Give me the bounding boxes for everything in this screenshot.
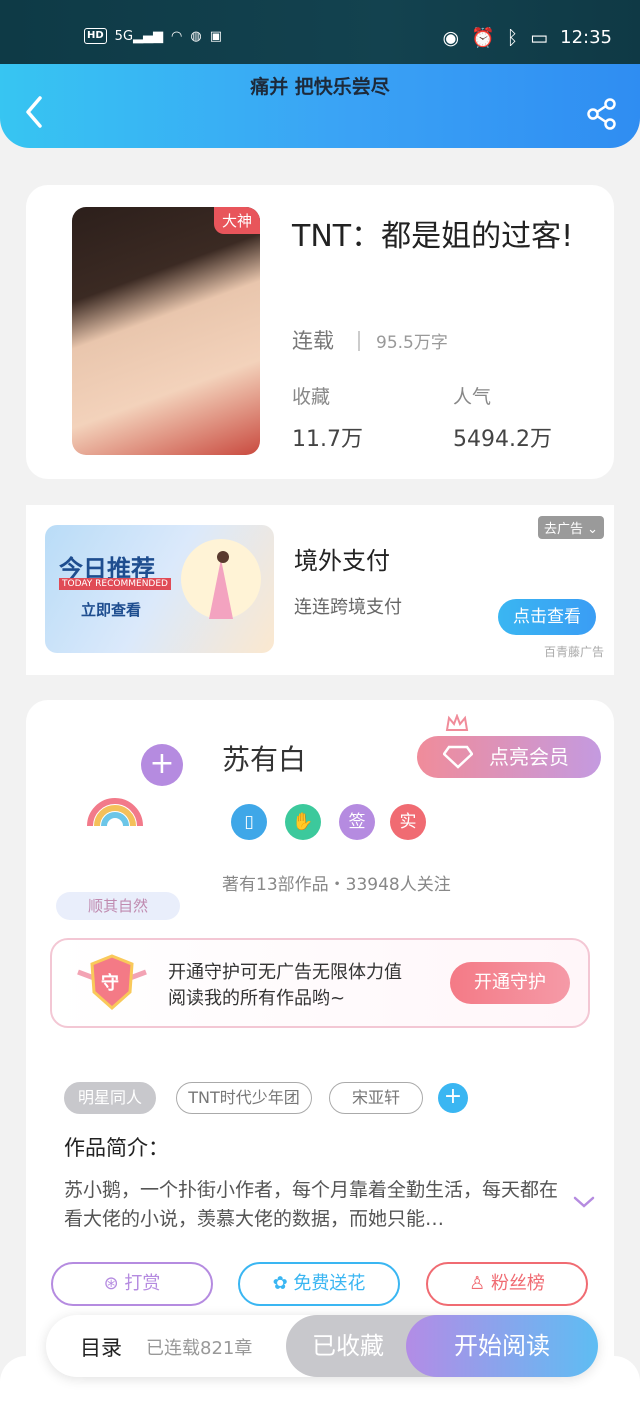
intro-text: 苏小鹅，一个扑街小作者，每个月靠着全勤生活，每天都在看大佬的小说，羡慕大佬的数据…: [64, 1179, 559, 1230]
intro-heading: 作品简介：: [64, 1136, 169, 1160]
sign-badge-icon[interactable]: 签: [339, 804, 375, 840]
ad-illustration: [181, 539, 261, 619]
fans-rank-button[interactable]: ♙ 粉丝榜: [426, 1262, 588, 1306]
ad-image-subtitle: TODAY RECOMMENDED: [59, 578, 171, 590]
divider: [358, 331, 360, 351]
handshake-medal-icon[interactable]: ✋: [285, 804, 321, 840]
catalog-button[interactable]: 目录: [80, 1332, 122, 1362]
globe-icon: ◍: [190, 28, 202, 44]
wifi-icon: ◠: [171, 28, 183, 44]
book-info-card: 大神 TNT：都是姐的过客! 连载 95.5万字 收藏 11.7万 人气 549…: [26, 185, 614, 479]
crown-icon: [445, 714, 469, 731]
send-flower-button[interactable]: ✿ 免费送花: [238, 1262, 400, 1306]
header-bar: 痛并 把快乐尝尽: [0, 64, 640, 148]
ad-card[interactable]: 今日推荐 TODAY RECOMMENDED 立即查看 境外支付 连连跨境支付 …: [26, 505, 614, 675]
app-notification-icon: ▣: [209, 28, 223, 44]
expand-chevron-icon[interactable]: [572, 1190, 596, 1214]
eye-icon: ◉: [442, 26, 460, 49]
coin-icon: ⊛: [103, 1273, 119, 1294]
battery-icon: ▭: [530, 26, 549, 49]
flower-icon: ✿: [272, 1273, 288, 1294]
author-motto: 顺其自然: [56, 892, 180, 920]
clock-time: 12:35: [560, 27, 612, 48]
bluetooth-icon: ᛒ: [506, 26, 519, 49]
start-reading-button[interactable]: 开始阅读: [406, 1315, 598, 1377]
tag-star-fanfic[interactable]: 明星同人: [64, 1082, 156, 1114]
open-guard-button[interactable]: 开通守护: [450, 962, 570, 1004]
hd-icon: HD: [84, 28, 107, 44]
chapter-count: 已连载821章: [146, 1338, 253, 1359]
tag-song-yaxuan[interactable]: 宋亚轩: [329, 1082, 423, 1114]
cover-tag: 大神: [213, 207, 260, 234]
author-name: 苏有白: [222, 743, 307, 776]
real-name-badge-icon[interactable]: 实: [390, 804, 426, 840]
word-count: 95.5万字: [376, 333, 448, 353]
guard-text: 开通守护可无广告无限体力值 阅读我的所有作品哟~: [168, 960, 402, 1012]
share-icon[interactable]: [586, 98, 618, 130]
status-bar: HD 5G▂▄▆ ◠ ◍ ▣ ◉ ⏰ ᛒ ▭ 12:35: [0, 0, 640, 64]
vip-button[interactable]: 点亮会员: [417, 714, 601, 778]
guard-promo[interactable]: 守 开通守护可无广告无限体力值 阅读我的所有作品哟~ 开通守护: [50, 938, 590, 1028]
fans-icon: ♙: [469, 1273, 486, 1294]
guard-text-line2: 阅读我的所有作品哟~: [168, 988, 346, 1009]
remove-ad-button[interactable]: 去广告 ⌄: [537, 516, 604, 539]
ad-image[interactable]: 今日推荐 TODAY RECOMMENDED 立即查看: [45, 525, 274, 653]
popularity-value: 5494.2万: [453, 427, 552, 452]
book-title: TNT：都是姐的过客!: [292, 219, 574, 254]
author-card: + 苏有白 点亮会员 ▯ ✋ 签 实 著有13部作品・33948人关注 顺其自然…: [26, 700, 614, 1400]
ad-view-button[interactable]: 点击查看: [498, 599, 596, 635]
page-title: 痛并 把快乐尝尽: [250, 76, 390, 98]
add-tag-button[interactable]: +: [438, 1083, 468, 1113]
ad-title: 境外支付: [294, 547, 390, 575]
guard-text-line1: 开通守护可无广告无限体力值: [168, 962, 402, 983]
ad-image-cta: 立即查看: [81, 601, 142, 619]
tip-button[interactable]: ⊛ 打赏: [51, 1262, 213, 1306]
guard-icon-text: 守: [101, 973, 119, 994]
ad-subtitle: 连连跨境支付: [294, 597, 402, 618]
book-status: 连载: [292, 329, 334, 353]
favorites-label: 收藏: [292, 386, 331, 408]
book-cover[interactable]: 大神: [72, 207, 260, 455]
bottom-action-bar: 目录 已连载821章 已收藏 开始阅读: [46, 1315, 598, 1377]
tag-tnt[interactable]: TNT时代少年团: [176, 1082, 312, 1114]
phone-medal-icon[interactable]: ▯: [231, 804, 267, 840]
follow-author-button[interactable]: +: [141, 744, 183, 786]
signal-5g-icon: 5G▂▄▆: [114, 28, 164, 44]
rainbow-avatar-icon[interactable]: [84, 782, 146, 832]
chevron-down-icon: ⌄: [587, 522, 598, 537]
popularity-label: 人气: [453, 386, 492, 408]
alarm-icon: ⏰: [471, 27, 495, 49]
ad-source: 百青藤广告: [543, 645, 604, 659]
vip-button-label: 点亮会员: [489, 745, 569, 769]
author-stats: 著有13部作品・33948人关注: [222, 875, 451, 895]
favorites-value: 11.7万: [292, 427, 363, 452]
back-icon[interactable]: [22, 94, 48, 130]
diamond-icon: [443, 745, 473, 769]
